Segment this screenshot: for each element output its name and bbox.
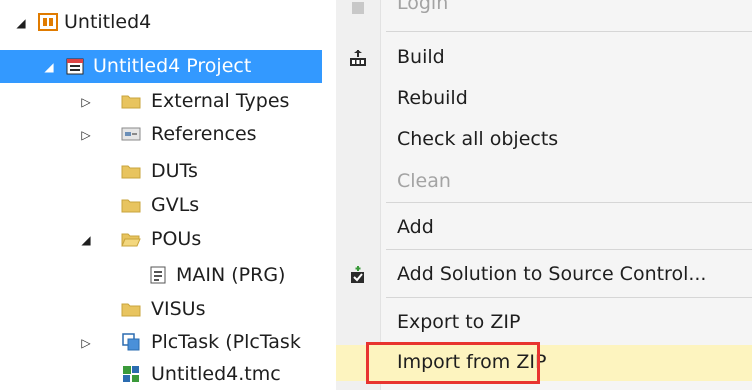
folder-icon xyxy=(121,165,141,179)
login-icon xyxy=(352,2,364,14)
tree-item-plctask[interactable]: ▷ PlcTask (PlcTask xyxy=(0,326,336,359)
menu-item-check-all-objects[interactable]: Check all objects xyxy=(336,122,752,158)
tree-item-main-prg[interactable]: MAIN (PRG) xyxy=(0,259,336,292)
tree-item-gvls[interactable]: GVLs xyxy=(0,189,336,222)
build-icon xyxy=(350,50,366,66)
tree-item-label: External Types xyxy=(151,90,290,112)
tree-item-label: VISUs xyxy=(151,298,206,320)
menu-item-rebuild[interactable]: Rebuild xyxy=(336,81,752,117)
expanded-arrow-icon[interactable]: ◢ xyxy=(79,233,93,247)
tree-item-untitled4-project[interactable]: ◢ Untitled4 Project xyxy=(0,50,322,83)
tree-item-untitled4[interactable]: ◢ Untitled4 xyxy=(0,6,336,39)
tree-item-label: References xyxy=(151,123,257,145)
twincat-solution-icon xyxy=(38,13,58,31)
tree-item-label: Untitled4.tmc xyxy=(151,363,281,385)
collapsed-arrow-icon[interactable]: ▷ xyxy=(79,128,93,142)
folder-icon xyxy=(121,199,141,213)
tree-item-label: PlcTask (PlcTask xyxy=(151,331,301,353)
menu-item-build[interactable]: Build xyxy=(336,40,752,76)
tmc-file-icon xyxy=(123,366,139,382)
tree-item-label: DUTs xyxy=(151,160,198,182)
context-menu: Login Build Rebuild Check all objects Cl… xyxy=(336,0,752,390)
menu-item-add[interactable]: Add xyxy=(336,210,752,246)
tree-item-label: GVLs xyxy=(151,194,200,216)
task-icon xyxy=(122,333,140,351)
solution-explorer-tree: ◢ Untitled4 ◢ Untitled4 Project ▷ Extern… xyxy=(0,0,336,390)
menu-separator xyxy=(386,249,752,250)
folder-icon xyxy=(121,95,141,109)
tree-item-duts[interactable]: DUTs xyxy=(0,155,336,188)
tree-item-label: Untitled4 Project xyxy=(93,55,252,77)
menu-item-export-to-zip[interactable]: Export to ZIP xyxy=(336,305,752,341)
menu-item-clean[interactable]: Clean xyxy=(336,164,752,200)
tree-item-label: POUs xyxy=(151,228,202,250)
menu-separator xyxy=(386,202,752,203)
menu-item-login[interactable]: Login xyxy=(336,0,752,22)
menu-separator xyxy=(386,297,752,298)
tree-item-references[interactable]: ▷ References xyxy=(0,118,336,151)
expanded-arrow-icon[interactable]: ◢ xyxy=(14,16,28,30)
folder-icon xyxy=(121,303,141,317)
menu-item-add-solution-to-source-control[interactable]: Add Solution to Source Control... xyxy=(336,257,752,293)
tree-item-untitled4-tmc[interactable]: Untitled4.tmc xyxy=(0,358,336,391)
tree-item-pous[interactable]: ◢ POUs xyxy=(0,223,336,256)
references-icon xyxy=(121,127,141,141)
plc-project-icon xyxy=(66,58,84,75)
tree-item-label: Untitled4 xyxy=(64,11,152,33)
folder-open-icon xyxy=(121,233,141,247)
collapsed-arrow-icon[interactable]: ▷ xyxy=(79,95,93,109)
annotation-highlight-box xyxy=(366,342,540,384)
tree-item-label: MAIN (PRG) xyxy=(176,264,286,286)
menu-separator xyxy=(386,31,752,32)
tree-item-visus[interactable]: VISUs xyxy=(0,293,336,326)
program-icon xyxy=(150,266,166,284)
collapsed-arrow-icon[interactable]: ▷ xyxy=(79,336,93,350)
source-control-icon xyxy=(351,266,364,283)
expanded-arrow-icon[interactable]: ◢ xyxy=(42,60,56,74)
tree-item-external-types[interactable]: ▷ External Types xyxy=(0,85,336,118)
